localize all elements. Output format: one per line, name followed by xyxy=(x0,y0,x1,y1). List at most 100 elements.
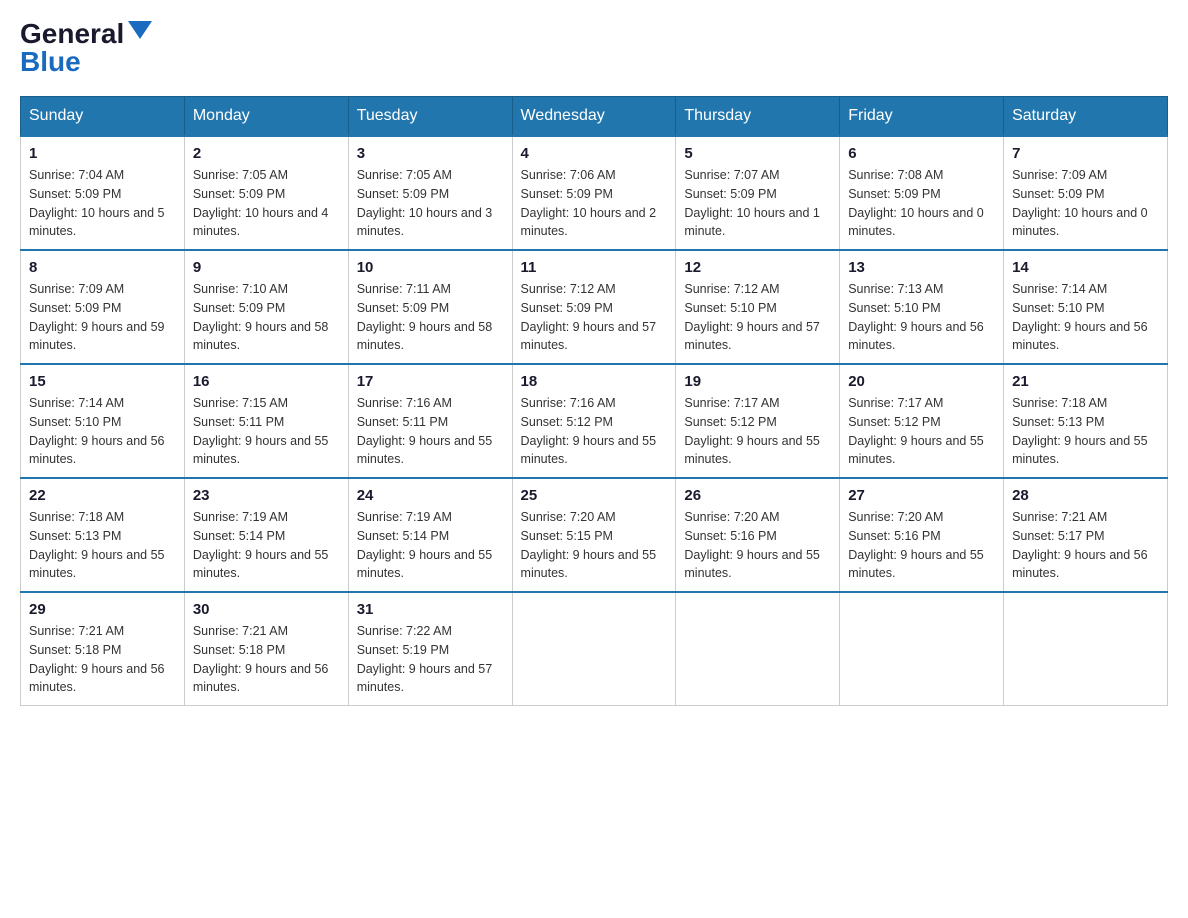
calendar-day-cell: 20 Sunrise: 7:17 AM Sunset: 5:12 PM Dayl… xyxy=(840,364,1004,478)
day-info: Sunrise: 7:05 AM Sunset: 5:09 PM Dayligh… xyxy=(357,166,504,241)
day-info: Sunrise: 7:20 AM Sunset: 5:15 PM Dayligh… xyxy=(521,508,668,583)
page-header: General Blue xyxy=(20,20,1168,76)
day-number: 26 xyxy=(684,487,831,504)
day-info: Sunrise: 7:20 AM Sunset: 5:16 PM Dayligh… xyxy=(684,508,831,583)
day-number: 28 xyxy=(1012,487,1159,504)
calendar-day-cell xyxy=(840,592,1004,706)
calendar-day-cell: 27 Sunrise: 7:20 AM Sunset: 5:16 PM Dayl… xyxy=(840,478,1004,592)
day-number: 22 xyxy=(29,487,176,504)
calendar-day-cell xyxy=(1004,592,1168,706)
calendar-day-cell: 28 Sunrise: 7:21 AM Sunset: 5:17 PM Dayl… xyxy=(1004,478,1168,592)
day-number: 29 xyxy=(29,601,176,618)
day-of-week-header: Friday xyxy=(840,97,1004,137)
calendar-day-cell: 22 Sunrise: 7:18 AM Sunset: 5:13 PM Dayl… xyxy=(21,478,185,592)
calendar-day-cell: 10 Sunrise: 7:11 AM Sunset: 5:09 PM Dayl… xyxy=(348,250,512,364)
day-of-week-header: Thursday xyxy=(676,97,840,137)
day-number: 27 xyxy=(848,487,995,504)
calendar-day-cell: 17 Sunrise: 7:16 AM Sunset: 5:11 PM Dayl… xyxy=(348,364,512,478)
calendar-day-cell: 25 Sunrise: 7:20 AM Sunset: 5:15 PM Dayl… xyxy=(512,478,676,592)
day-info: Sunrise: 7:07 AM Sunset: 5:09 PM Dayligh… xyxy=(684,166,831,241)
day-number: 7 xyxy=(1012,145,1159,162)
calendar-day-cell: 15 Sunrise: 7:14 AM Sunset: 5:10 PM Dayl… xyxy=(21,364,185,478)
day-info: Sunrise: 7:04 AM Sunset: 5:09 PM Dayligh… xyxy=(29,166,176,241)
calendar-day-cell: 16 Sunrise: 7:15 AM Sunset: 5:11 PM Dayl… xyxy=(184,364,348,478)
day-number: 20 xyxy=(848,373,995,390)
day-number: 30 xyxy=(193,601,340,618)
calendar-day-cell: 31 Sunrise: 7:22 AM Sunset: 5:19 PM Dayl… xyxy=(348,592,512,706)
day-info: Sunrise: 7:16 AM Sunset: 5:11 PM Dayligh… xyxy=(357,394,504,469)
calendar-day-cell: 7 Sunrise: 7:09 AM Sunset: 5:09 PM Dayli… xyxy=(1004,136,1168,250)
day-info: Sunrise: 7:17 AM Sunset: 5:12 PM Dayligh… xyxy=(848,394,995,469)
day-info: Sunrise: 7:21 AM Sunset: 5:17 PM Dayligh… xyxy=(1012,508,1159,583)
calendar-day-cell: 12 Sunrise: 7:12 AM Sunset: 5:10 PM Dayl… xyxy=(676,250,840,364)
day-info: Sunrise: 7:13 AM Sunset: 5:10 PM Dayligh… xyxy=(848,280,995,355)
day-info: Sunrise: 7:19 AM Sunset: 5:14 PM Dayligh… xyxy=(357,508,504,583)
day-number: 19 xyxy=(684,373,831,390)
day-of-week-header: Saturday xyxy=(1004,97,1168,137)
day-number: 16 xyxy=(193,373,340,390)
calendar-day-cell: 1 Sunrise: 7:04 AM Sunset: 5:09 PM Dayli… xyxy=(21,136,185,250)
day-info: Sunrise: 7:12 AM Sunset: 5:09 PM Dayligh… xyxy=(521,280,668,355)
calendar-day-cell: 30 Sunrise: 7:21 AM Sunset: 5:18 PM Dayl… xyxy=(184,592,348,706)
day-info: Sunrise: 7:14 AM Sunset: 5:10 PM Dayligh… xyxy=(29,394,176,469)
day-number: 31 xyxy=(357,601,504,618)
day-info: Sunrise: 7:18 AM Sunset: 5:13 PM Dayligh… xyxy=(29,508,176,583)
calendar-week-row: 22 Sunrise: 7:18 AM Sunset: 5:13 PM Dayl… xyxy=(21,478,1168,592)
day-info: Sunrise: 7:10 AM Sunset: 5:09 PM Dayligh… xyxy=(193,280,340,355)
day-info: Sunrise: 7:20 AM Sunset: 5:16 PM Dayligh… xyxy=(848,508,995,583)
day-number: 6 xyxy=(848,145,995,162)
calendar-week-row: 1 Sunrise: 7:04 AM Sunset: 5:09 PM Dayli… xyxy=(21,136,1168,250)
day-number: 25 xyxy=(521,487,668,504)
day-number: 14 xyxy=(1012,259,1159,276)
day-number: 18 xyxy=(521,373,668,390)
calendar-day-cell: 29 Sunrise: 7:21 AM Sunset: 5:18 PM Dayl… xyxy=(21,592,185,706)
calendar-day-cell: 4 Sunrise: 7:06 AM Sunset: 5:09 PM Dayli… xyxy=(512,136,676,250)
day-info: Sunrise: 7:19 AM Sunset: 5:14 PM Dayligh… xyxy=(193,508,340,583)
day-of-week-header: Tuesday xyxy=(348,97,512,137)
day-number: 1 xyxy=(29,145,176,162)
day-info: Sunrise: 7:08 AM Sunset: 5:09 PM Dayligh… xyxy=(848,166,995,241)
calendar-day-cell: 14 Sunrise: 7:14 AM Sunset: 5:10 PM Dayl… xyxy=(1004,250,1168,364)
calendar-week-row: 8 Sunrise: 7:09 AM Sunset: 5:09 PM Dayli… xyxy=(21,250,1168,364)
day-info: Sunrise: 7:21 AM Sunset: 5:18 PM Dayligh… xyxy=(193,622,340,697)
calendar-day-cell: 8 Sunrise: 7:09 AM Sunset: 5:09 PM Dayli… xyxy=(21,250,185,364)
logo-triangle-icon xyxy=(128,21,152,39)
day-info: Sunrise: 7:05 AM Sunset: 5:09 PM Dayligh… xyxy=(193,166,340,241)
calendar-week-row: 29 Sunrise: 7:21 AM Sunset: 5:18 PM Dayl… xyxy=(21,592,1168,706)
day-number: 21 xyxy=(1012,373,1159,390)
calendar-day-cell: 9 Sunrise: 7:10 AM Sunset: 5:09 PM Dayli… xyxy=(184,250,348,364)
logo: General Blue xyxy=(20,20,152,76)
day-number: 10 xyxy=(357,259,504,276)
day-info: Sunrise: 7:21 AM Sunset: 5:18 PM Dayligh… xyxy=(29,622,176,697)
day-number: 11 xyxy=(521,259,668,276)
calendar-table: SundayMondayTuesdayWednesdayThursdayFrid… xyxy=(20,96,1168,706)
day-number: 13 xyxy=(848,259,995,276)
day-number: 5 xyxy=(684,145,831,162)
calendar-day-cell: 2 Sunrise: 7:05 AM Sunset: 5:09 PM Dayli… xyxy=(184,136,348,250)
calendar-day-cell: 13 Sunrise: 7:13 AM Sunset: 5:10 PM Dayl… xyxy=(840,250,1004,364)
calendar-day-cell xyxy=(676,592,840,706)
calendar-day-cell: 24 Sunrise: 7:19 AM Sunset: 5:14 PM Dayl… xyxy=(348,478,512,592)
calendar-day-cell: 5 Sunrise: 7:07 AM Sunset: 5:09 PM Dayli… xyxy=(676,136,840,250)
day-number: 17 xyxy=(357,373,504,390)
day-of-week-header: Wednesday xyxy=(512,97,676,137)
day-info: Sunrise: 7:18 AM Sunset: 5:13 PM Dayligh… xyxy=(1012,394,1159,469)
day-info: Sunrise: 7:22 AM Sunset: 5:19 PM Dayligh… xyxy=(357,622,504,697)
day-info: Sunrise: 7:17 AM Sunset: 5:12 PM Dayligh… xyxy=(684,394,831,469)
day-of-week-header: Sunday xyxy=(21,97,185,137)
day-info: Sunrise: 7:15 AM Sunset: 5:11 PM Dayligh… xyxy=(193,394,340,469)
logo-general-text: General xyxy=(20,20,124,48)
calendar-header-row: SundayMondayTuesdayWednesdayThursdayFrid… xyxy=(21,97,1168,137)
day-number: 12 xyxy=(684,259,831,276)
calendar-day-cell: 19 Sunrise: 7:17 AM Sunset: 5:12 PM Dayl… xyxy=(676,364,840,478)
day-info: Sunrise: 7:11 AM Sunset: 5:09 PM Dayligh… xyxy=(357,280,504,355)
calendar-day-cell: 18 Sunrise: 7:16 AM Sunset: 5:12 PM Dayl… xyxy=(512,364,676,478)
calendar-day-cell: 3 Sunrise: 7:05 AM Sunset: 5:09 PM Dayli… xyxy=(348,136,512,250)
day-info: Sunrise: 7:16 AM Sunset: 5:12 PM Dayligh… xyxy=(521,394,668,469)
day-number: 15 xyxy=(29,373,176,390)
day-number: 8 xyxy=(29,259,176,276)
day-info: Sunrise: 7:06 AM Sunset: 5:09 PM Dayligh… xyxy=(521,166,668,241)
calendar-day-cell: 26 Sunrise: 7:20 AM Sunset: 5:16 PM Dayl… xyxy=(676,478,840,592)
day-info: Sunrise: 7:09 AM Sunset: 5:09 PM Dayligh… xyxy=(29,280,176,355)
day-info: Sunrise: 7:14 AM Sunset: 5:10 PM Dayligh… xyxy=(1012,280,1159,355)
